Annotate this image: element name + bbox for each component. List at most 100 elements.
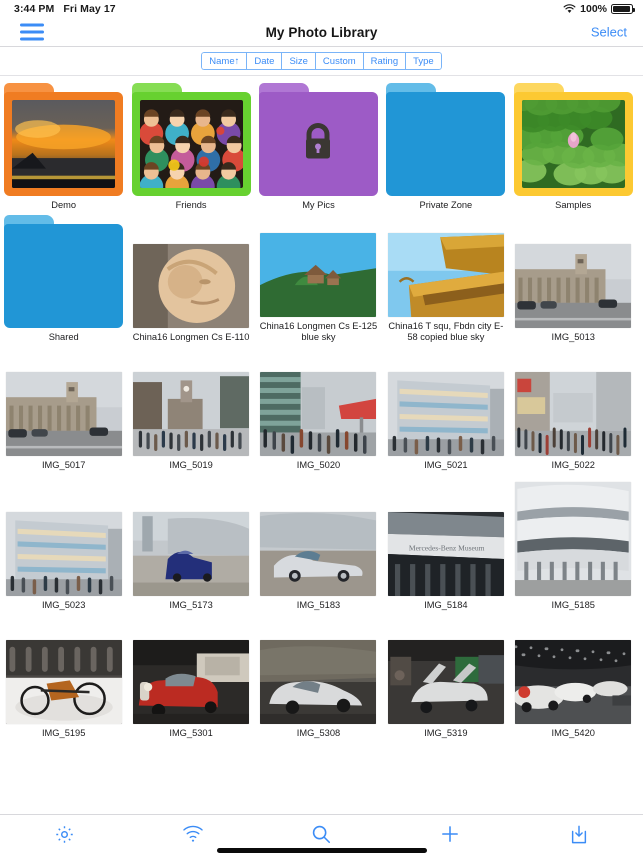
photo-thumbnail[interactable]: [5, 512, 122, 596]
folder-samples[interactable]: [513, 83, 633, 196]
grid-row: IMG_5017 IMG_5019 IMG_5020 IMG_5021 IMG_…: [0, 349, 643, 471]
photo-thumbnail[interactable]: [5, 372, 122, 456]
battery-full-icon: [611, 4, 635, 14]
photo-thumbnail[interactable]: [515, 244, 632, 328]
hamburger-menu-icon[interactable]: [20, 23, 44, 41]
photo-thumbnail[interactable]: [515, 482, 632, 596]
photo-thumbnail[interactable]: [133, 640, 250, 724]
photo-thumbnail[interactable]: [260, 512, 377, 596]
item-caption: Samples: [555, 200, 592, 210]
sort-option-type[interactable]: Type: [405, 52, 442, 70]
photo-thumbnail[interactable]: [260, 640, 377, 724]
photo-thumbnail[interactable]: [260, 372, 377, 456]
sort-option-date[interactable]: Date: [246, 52, 282, 70]
cell-content: Shared: [0, 215, 127, 343]
status-bar-left: 3:44 PM Fri May 17: [14, 3, 116, 15]
photo-cell: IMG_5022: [510, 349, 637, 471]
status-date: Fri May 17: [63, 3, 116, 15]
cell-content: My Pics: [255, 79, 382, 211]
status-bar: 3:44 PM Fri May 17 100%: [0, 0, 643, 18]
cell-content: IMG_5021: [382, 349, 509, 471]
photo-cell: IMG_5185: [510, 477, 637, 611]
photo-thumbnail[interactable]: [260, 233, 377, 317]
sort-option-rating[interactable]: Rating: [362, 52, 406, 70]
cell-content: IMG_5183: [255, 477, 382, 611]
item-caption: China16 Longmen Cs E-110: [132, 332, 250, 342]
folder-demo[interactable]: [4, 83, 124, 196]
import-tab[interactable]: [514, 815, 643, 858]
photo-thumbnail[interactable]: Mercedes-Benz Museum: [387, 512, 504, 596]
cell-content: IMG_5195: [0, 617, 127, 739]
photo-thumbnail[interactable]: [387, 640, 504, 724]
folder-my-pics[interactable]: [258, 83, 378, 196]
item-caption: IMG_5184: [424, 600, 468, 610]
cell-content: IMG_5185: [510, 477, 637, 611]
cell-content: IMG_5019: [127, 349, 254, 471]
folder-cell: Friends: [127, 79, 254, 211]
photo-thumbnail[interactable]: [515, 640, 632, 724]
wifi-icon: [182, 825, 204, 848]
item-caption: Shared: [48, 332, 79, 342]
item-caption: Private Zone: [419, 200, 473, 210]
library-grid: Demo Friends My Pics Private Zone Samples…: [0, 76, 643, 814]
photo-cell: China16 Longmen Cs E-110: [127, 215, 254, 343]
photo-cell: IMG_5183: [255, 477, 382, 611]
cell-content: IMG_5020: [255, 349, 382, 471]
sort-option-size[interactable]: Size: [281, 52, 315, 70]
grid-row: Demo Friends My Pics Private Zone Samples: [0, 79, 643, 211]
photo-cell: China16 Longmen Cs E-125 blue sky: [255, 215, 382, 343]
cell-content: IMG_5173: [127, 477, 254, 611]
select-button[interactable]: Select: [591, 25, 627, 40]
item-caption: IMG_5183: [296, 600, 341, 610]
item-caption: IMG_5301: [169, 728, 213, 738]
gear-icon: [54, 824, 75, 850]
photo-thumbnail[interactable]: [133, 512, 250, 596]
home-indicator: [216, 848, 427, 853]
cell-content: China16 T squ, Fbdn city E-58 copied blu…: [382, 215, 509, 343]
cell-content: Private Zone: [382, 79, 509, 211]
folder-cell: Samples: [510, 79, 637, 211]
sort-option-name[interactable]: Name↑: [201, 52, 247, 70]
photo-thumbnail[interactable]: [387, 233, 504, 317]
item-caption: IMG_5420: [551, 728, 595, 738]
item-caption: IMG_5019: [169, 460, 213, 470]
photo-thumbnail[interactable]: [515, 372, 632, 456]
folder-private-zone[interactable]: [386, 83, 506, 196]
photo-thumbnail[interactable]: [133, 244, 250, 328]
cell-content: Friends: [127, 79, 254, 211]
cell-content: IMG_5319: [382, 617, 509, 739]
item-caption: IMG_5013: [551, 332, 595, 342]
cell-content: Mercedes-Benz Museum IMG_5184: [382, 477, 509, 611]
sort-segmented-control[interactable]: Name↑ Date Size Custom Rating Type: [201, 52, 442, 70]
item-caption: China16 Longmen Cs E-125 blue sky: [259, 321, 378, 342]
status-time: 3:44 PM: [14, 3, 55, 15]
item-caption: IMG_5021: [424, 460, 468, 470]
photo-cell: China16 T squ, Fbdn city E-58 copied blu…: [382, 215, 509, 343]
folder-shared[interactable]: [4, 215, 124, 328]
sort-option-custom[interactable]: Custom: [314, 52, 363, 70]
item-caption: Demo: [51, 200, 77, 210]
photo-thumbnail[interactable]: [387, 372, 504, 456]
settings-tab[interactable]: [0, 815, 129, 858]
grid-row: IMG_5195 IMG_5301 IMG_5308 IMG_5319 IMG_…: [0, 617, 643, 739]
padlock-icon: [299, 120, 337, 169]
cell-content: IMG_5023: [0, 477, 127, 611]
photo-thumbnail[interactable]: [133, 372, 250, 456]
cell-content: IMG_5420: [510, 617, 637, 739]
photo-thumbnail[interactable]: [5, 640, 122, 724]
photo-cell: Mercedes-Benz Museum IMG_5184: [382, 477, 509, 611]
photo-cell: IMG_5017: [0, 349, 127, 471]
item-caption: China16 T squ, Fbdn city E-58 copied blu…: [388, 321, 504, 342]
folder-friends[interactable]: [131, 83, 251, 196]
photo-cell: IMG_5013: [510, 215, 637, 343]
item-caption: IMG_5022: [551, 460, 595, 470]
folder-preview-photo: [521, 100, 625, 188]
cell-content: IMG_5017: [0, 349, 127, 471]
folder-body: [386, 92, 506, 196]
folder-cell: My Pics: [255, 79, 382, 211]
folder-preview-photo: [139, 100, 243, 188]
folder-body: [4, 224, 124, 328]
svg-text:Mercedes-Benz Museum: Mercedes-Benz Museum: [409, 544, 485, 553]
page-title: My Photo Library: [265, 24, 378, 40]
status-bar-right: 100%: [563, 3, 635, 15]
